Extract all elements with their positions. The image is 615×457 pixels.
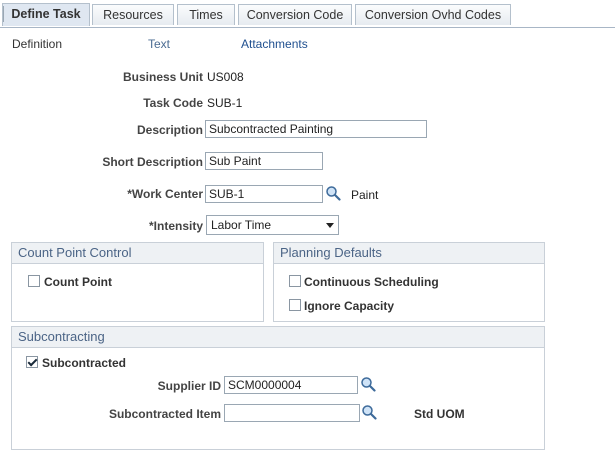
- intensity-select[interactable]: Labor Time: [206, 215, 339, 235]
- work-center-input[interactable]: SUB-1: [205, 185, 323, 203]
- tab-conversion-code[interactable]: Conversion Code: [238, 4, 352, 25]
- count-point-checkbox[interactable]: [28, 275, 40, 287]
- ignore-capacity-label: Ignore Capacity: [304, 299, 395, 313]
- subcontracted-checkbox[interactable]: [26, 356, 38, 368]
- subcontracting-title: Subcontracting: [12, 327, 544, 348]
- short-description-label: Short Description: [102, 155, 203, 169]
- task-code-value: SUB-1: [207, 96, 243, 110]
- ignore-capacity-checkbox[interactable]: [289, 299, 301, 311]
- description-input[interactable]: Subcontracted Painting: [205, 120, 427, 138]
- count-point-label: Count Point: [44, 275, 112, 289]
- intensity-label: *Intensity: [148, 219, 203, 233]
- tab-label: Resources: [103, 8, 163, 22]
- sublink-text[interactable]: Text: [148, 37, 170, 51]
- tab-label: Define Task: [11, 7, 81, 21]
- business-unit-value: US008: [207, 70, 244, 84]
- continuous-scheduling-checkbox[interactable]: [289, 275, 301, 287]
- work-center-lookup-icon[interactable]: [325, 185, 341, 201]
- count-point-control-title: Count Point Control: [12, 243, 263, 264]
- tab-label: Conversion Code: [246, 8, 344, 22]
- supplier-id-label: Supplier ID: [157, 379, 221, 393]
- std-uom-label: Std UOM: [414, 407, 465, 421]
- subcontracted-item-lookup-icon[interactable]: [361, 404, 377, 420]
- subcontracted-label: Subcontracted: [42, 356, 127, 370]
- continuous-scheduling-label: Continuous Scheduling: [304, 275, 439, 289]
- short-description-input[interactable]: Sub Paint: [205, 152, 323, 170]
- subcontracted-item-input[interactable]: [224, 404, 360, 422]
- tab-label: Conversion Ovhd Codes: [364, 8, 502, 22]
- supplier-id-lookup-icon[interactable]: [360, 376, 376, 392]
- sublink-definition: Definition: [12, 37, 63, 51]
- intensity-selected-value: Labor Time: [211, 218, 272, 232]
- planning-defaults-title: Planning Defaults: [274, 243, 544, 264]
- work-center-label: *Work Center: [127, 187, 203, 201]
- tab-times[interactable]: Times: [177, 4, 235, 25]
- business-unit-label: Business Unit: [122, 70, 203, 84]
- work-center-description: Paint: [351, 188, 379, 202]
- description-label: Description: [136, 123, 203, 137]
- tab-scroll-edge: [0, 6, 4, 22]
- subcontracted-item-label: Subcontracted Item: [108, 407, 221, 421]
- sublink-attachments[interactable]: Attachments: [241, 37, 308, 51]
- tab-bar: Define Task Resources Times Conversion C…: [0, 0, 615, 28]
- supplier-id-input[interactable]: SCM0000004: [224, 376, 358, 394]
- tab-label: Times: [189, 8, 223, 22]
- tab-conversion-ovhd-codes[interactable]: Conversion Ovhd Codes: [355, 4, 511, 25]
- tab-resources[interactable]: Resources: [92, 4, 174, 25]
- task-code-label: Task Code: [143, 96, 203, 110]
- tab-define-task[interactable]: Define Task: [2, 3, 90, 26]
- chevron-down-icon: [326, 223, 334, 228]
